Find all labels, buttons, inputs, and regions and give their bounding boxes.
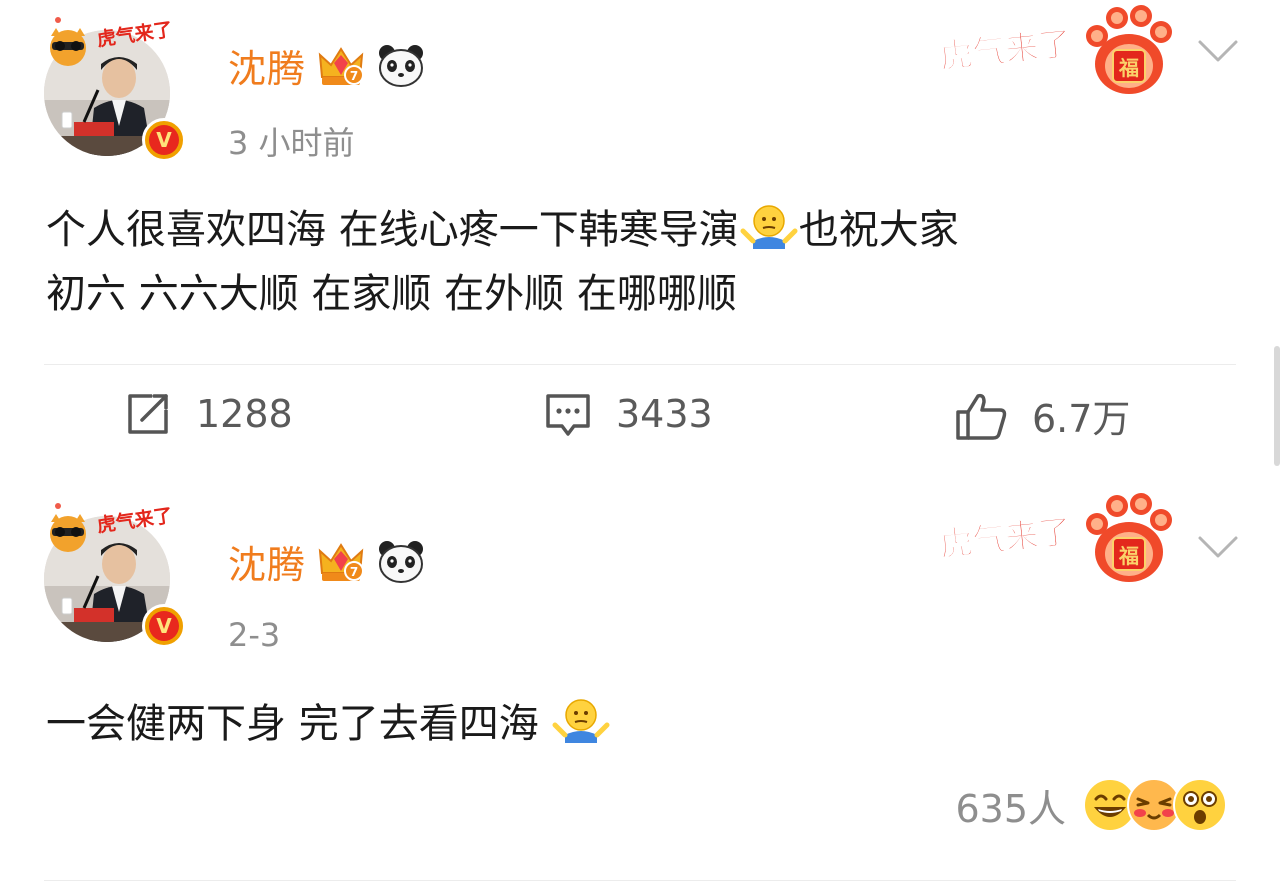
weibo-post-1: 虎气来了 V 沈腾 7 3 小时前 虎气来了 福 个人很喜欢四海 在线心疼一下韩… <box>0 0 1280 470</box>
svg-text:7: 7 <box>350 565 358 579</box>
tiger-new-year-decoration-icon: 虎气来了 福 <box>937 5 1172 94</box>
post-text: 一会健两下身 完了去看四海 <box>46 692 1246 756</box>
crown-icon[interactable]: 7 <box>316 41 366 91</box>
username-row: 沈腾 7 <box>228 534 426 589</box>
post-text-line2: 初六 六六大顺 在家顺 在外顺 在哪哪顺 <box>46 271 737 317</box>
tiger-new-year-decoration-icon: 虎气来了 福 <box>937 493 1172 582</box>
divider <box>44 880 1236 881</box>
svg-text:虎气来了: 虎气来了 <box>938 511 1073 564</box>
post-text: 个人很喜欢四海 在线心疼一下韩寒导演 也祝大家 初六 六六大顺 在家顺 在外顺 … <box>46 198 1246 326</box>
shrug-emoji-icon <box>552 699 610 743</box>
scrollbar[interactable] <box>1274 346 1280 466</box>
svg-text:7: 7 <box>350 69 358 83</box>
thumbs-up-icon <box>956 393 1007 440</box>
post-text-line1-tail: 也祝大家 <box>798 207 959 253</box>
surprised-emoji-icon <box>1173 778 1227 832</box>
avatar-frame-tiger-icon: 虎气来了 <box>50 17 174 66</box>
svg-text:福: 福 <box>1118 544 1139 568</box>
like-button[interactable]: 6.7万 <box>954 388 1130 443</box>
post-timestamp: 2-3 <box>228 616 281 654</box>
username[interactable]: 沈腾 <box>228 534 306 589</box>
avatar-frame-tiger-icon: 虎气来了 <box>50 503 174 552</box>
avatar[interactable]: 虎气来了 V <box>44 12 186 162</box>
post-text-line1: 一会健两下身 完了去看四海 <box>46 701 539 747</box>
divider <box>44 364 1236 365</box>
username[interactable]: 沈腾 <box>228 38 306 93</box>
comment-count: 3433 <box>616 392 713 436</box>
post-timestamp: 3 小时前 <box>228 124 355 162</box>
svg-text:福: 福 <box>1118 56 1139 80</box>
comment-button[interactable]: 3433 <box>542 388 713 440</box>
reaction-count: 635人 <box>955 786 1066 831</box>
action-bar: 1288 3433 6.7万 <box>0 388 1280 458</box>
weibo-post-2: 虎气来了 V 沈腾 7 2-3 虎气来了 福 一会健两下身 完了去看四海 635… <box>0 470 1280 888</box>
avatar[interactable]: 虎气来了 V <box>44 498 186 648</box>
panda-icon[interactable] <box>376 537 426 587</box>
svg-text:虎气来了: 虎气来了 <box>938 23 1073 76</box>
chevron-down-icon[interactable] <box>1196 36 1240 66</box>
panda-icon[interactable] <box>376 41 426 91</box>
verified-badge: V <box>142 118 186 162</box>
reactions[interactable]: 635人 <box>955 775 1232 835</box>
repost-count: 1288 <box>196 392 293 436</box>
repost-icon <box>128 394 168 434</box>
repost-button[interactable]: 1288 <box>122 388 293 440</box>
chevron-down-icon[interactable] <box>1196 532 1240 562</box>
like-count: 6.7万 <box>1032 397 1131 441</box>
reaction-faces <box>1082 775 1232 835</box>
verified-badge: V <box>142 604 186 648</box>
comment-icon <box>546 394 590 436</box>
svg-text:虎气来了: 虎气来了 <box>95 504 173 537</box>
post-text-line1: 个人很喜欢四海 在线心疼一下韩寒导演 <box>46 207 739 253</box>
shrug-emoji-icon <box>740 205 798 249</box>
username-row: 沈腾 7 <box>228 38 426 93</box>
crown-icon[interactable]: 7 <box>316 537 366 587</box>
svg-text:虎气来了: 虎气来了 <box>95 18 173 51</box>
